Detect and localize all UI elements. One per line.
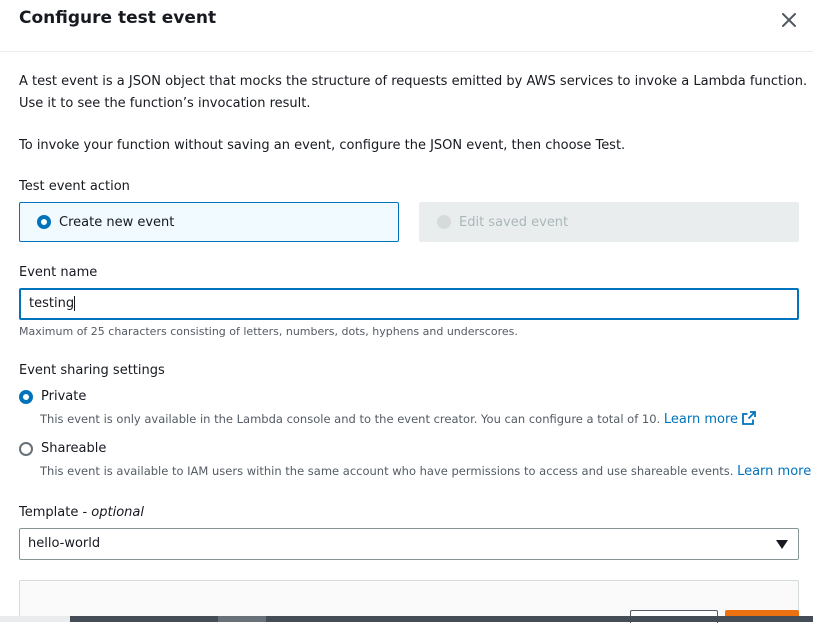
private-learn-more-link[interactable]: Learn more	[664, 411, 756, 427]
modal-header: Configure test event	[0, 0, 813, 52]
shareable-option[interactable]: Shareable	[19, 441, 106, 456]
shareable-radio[interactable]	[19, 441, 33, 456]
create-new-event-label: Create new event	[59, 214, 175, 230]
event-name-label: Event name	[19, 265, 98, 280]
event-name-value: testing	[29, 296, 75, 311]
private-radio[interactable]	[19, 389, 33, 404]
create-new-event-tile[interactable]: Create new event	[19, 202, 399, 242]
intro-line-2: Use it to see the function’s invocation …	[19, 96, 311, 111]
external-link-icon	[742, 411, 756, 425]
bottom-scrollbar[interactable]	[0, 616, 813, 622]
shareable-label: Shareable	[41, 441, 107, 456]
template-label: Template - optional	[19, 505, 144, 520]
intro-line-1: A test event is a JSON object that mocks…	[19, 74, 808, 89]
private-option[interactable]: Private	[19, 389, 86, 404]
modal-title: Configure test event	[19, 8, 217, 28]
shareable-description: This event is available to IAM users wit…	[40, 463, 813, 479]
event-name-input[interactable]: testing	[19, 288, 799, 320]
scrollbar-segment	[0, 616, 70, 622]
event-sharing-label: Event sharing settings	[19, 363, 165, 378]
scrollbar-thumb[interactable]	[218, 616, 266, 622]
private-label: Private	[41, 389, 87, 404]
shareable-learn-more-text[interactable]: Learn more	[737, 464, 811, 479]
edit-saved-event-tile: Edit saved event	[419, 202, 799, 242]
template-select[interactable]: hello-world	[19, 528, 799, 560]
text-caret	[74, 296, 76, 311]
private-description-text: This event is only available in the Lamb…	[40, 412, 661, 426]
intro-line-3: To invoke your function without saving a…	[19, 138, 626, 153]
template-select-value: hello-world	[28, 536, 101, 551]
edit-saved-event-label: Edit saved event	[459, 214, 569, 230]
template-label-text: Template -	[19, 505, 92, 520]
edit-saved-event-radio	[437, 215, 451, 229]
private-description: This event is only available in the Lamb…	[40, 411, 756, 427]
caret-down-icon[interactable]	[776, 540, 788, 549]
private-learn-more-text[interactable]: Learn more	[664, 412, 738, 427]
close-icon[interactable]	[782, 13, 796, 27]
shareable-description-text: This event is available to IAM users wit…	[40, 464, 734, 478]
event-name-hint: Maximum of 25 characters consisting of l…	[19, 325, 518, 338]
test-event-action-label: Test event action	[19, 179, 130, 194]
create-new-event-radio[interactable]	[37, 215, 51, 229]
close-button[interactable]	[779, 10, 799, 30]
template-optional-text: optional	[91, 505, 144, 520]
shareable-learn-more-link[interactable]: Learn more	[737, 464, 813, 479]
